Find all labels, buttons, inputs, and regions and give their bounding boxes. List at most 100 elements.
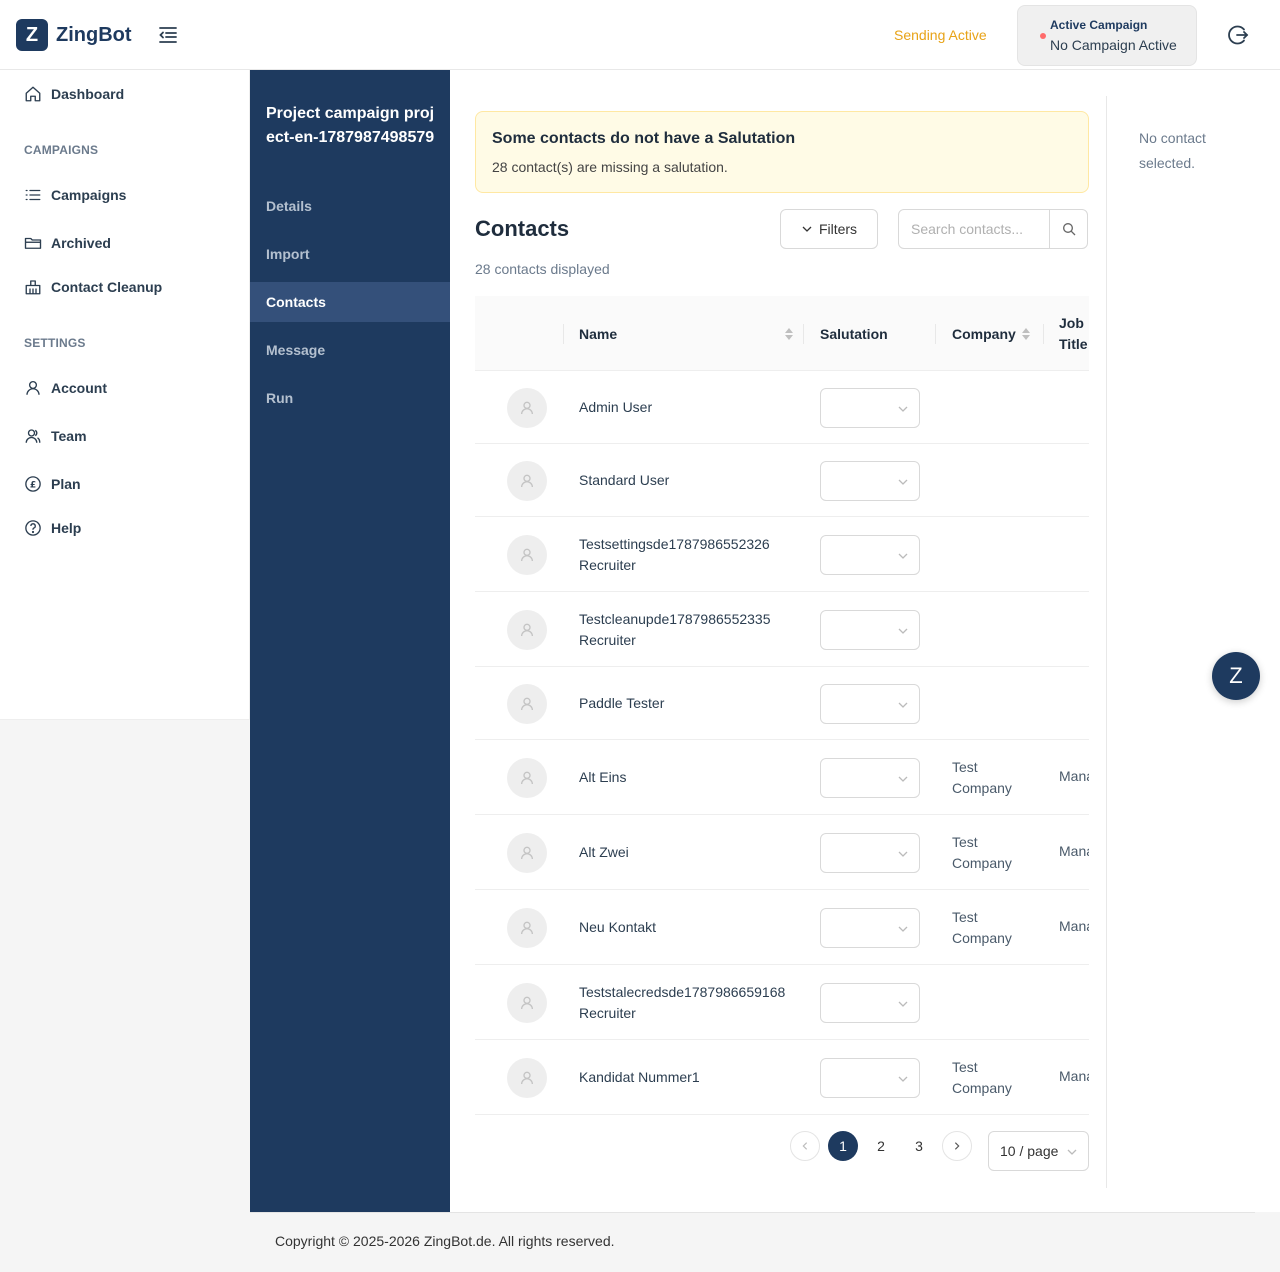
home-icon — [25, 86, 41, 102]
user-icon — [521, 474, 533, 487]
prev-page-button[interactable] — [790, 1131, 820, 1161]
chevron-right-icon — [954, 1142, 960, 1150]
table-header: Name Salutation Company Job Title — [475, 296, 1089, 371]
salutation-select[interactable] — [820, 832, 920, 873]
chevron-down-icon — [898, 479, 908, 485]
column-job-title: Job Title — [1059, 314, 1088, 352]
salutation-select[interactable] — [820, 460, 920, 501]
user-icon — [521, 771, 533, 784]
project-tab-import[interactable]: Import — [250, 234, 450, 274]
status-dot — [1040, 33, 1046, 39]
sidebar-item-label: Campaigns — [51, 187, 127, 203]
project-tab-run[interactable]: Run — [250, 378, 450, 418]
filters-button[interactable]: Filters — [780, 209, 878, 249]
salutation-select[interactable] — [820, 757, 920, 798]
no-contact-text: No contact selected. — [1139, 130, 1206, 171]
salutation-select[interactable] — [820, 907, 920, 948]
contact-name: Admin User — [579, 399, 653, 415]
salutation-select[interactable] — [820, 387, 920, 428]
contact-name: Paddle Tester — [579, 695, 665, 711]
alert-description: 28 contact(s) are missing a salutation. — [492, 159, 728, 175]
sidebar-item-label: Contact Cleanup — [51, 279, 163, 295]
table-row[interactable]: Admin User — [475, 371, 1089, 444]
salutation-select[interactable] — [820, 683, 920, 724]
page-button-1[interactable]: 1 — [828, 1131, 858, 1161]
chevron-left-icon — [802, 1142, 808, 1150]
sidebar-item-label: Plan — [51, 476, 81, 492]
project-tab-contacts[interactable]: Contacts — [250, 282, 450, 322]
section-campaigns: CAMPAIGNS — [24, 143, 99, 157]
top-header: Z ZingBot Sending Active Active Campaign… — [0, 0, 1280, 70]
table-row[interactable]: Neu Kontakt Test Company Manager — [475, 890, 1089, 965]
main-sidebar: Dashboard CAMPAIGNS Campaigns Archived C… — [0, 70, 250, 720]
sidebar-item-campaigns[interactable]: Campaigns — [24, 184, 126, 206]
contact-job-title: Manager — [1059, 767, 1089, 784]
table-row[interactable]: Kandidat Nummer1 Test Company Manager — [475, 1040, 1089, 1115]
sending-status: Sending Active — [894, 27, 987, 43]
section-settings: SETTINGS — [24, 336, 86, 350]
sort-icon[interactable] — [1021, 327, 1030, 341]
sidebar-collapse-icon[interactable] — [156, 23, 180, 47]
missing-salutation-alert: Some contacts do not have a Salutation 2… — [475, 111, 1089, 193]
sort-icon[interactable] — [785, 327, 793, 341]
team-icon — [25, 429, 41, 443]
salutation-select[interactable] — [820, 534, 920, 575]
sidebar-item-plan[interactable]: £ Plan — [24, 473, 81, 495]
chevron-down-icon — [898, 702, 908, 708]
user-icon — [521, 921, 533, 934]
contact-company: Test Company — [952, 833, 1012, 871]
next-page-button[interactable] — [942, 1131, 972, 1161]
table-row[interactable]: Testcleanupde1787986552335 Recruiter — [475, 592, 1089, 667]
avatar — [507, 907, 547, 948]
chat-fab-button[interactable]: Z — [1212, 652, 1260, 700]
detail-panel-divider — [1106, 96, 1107, 1188]
table-row[interactable]: Teststalecredsde1787986659168 Recruiter — [475, 965, 1089, 1040]
table-row[interactable]: Alt Eins Test Company Manager — [475, 740, 1089, 815]
avatar — [507, 460, 547, 501]
avatar — [507, 832, 547, 873]
sidebar-item-account[interactable]: Account — [24, 377, 107, 399]
page-size-select[interactable]: 10 / page — [988, 1131, 1089, 1171]
footer-divider — [250, 1212, 1255, 1213]
contacts-count: 28 contacts displayed — [475, 261, 610, 277]
search-input[interactable] — [899, 210, 1049, 248]
list-icon — [25, 189, 41, 201]
logout-icon[interactable] — [1226, 23, 1250, 47]
salutation-select[interactable] — [820, 1057, 920, 1098]
sidebar-item-label: Account — [51, 380, 107, 396]
sidebar-item-team[interactable]: Team — [24, 425, 87, 447]
brand-name: ZingBot — [56, 23, 132, 46]
active-campaign-box[interactable]: Active Campaign No Campaign Active — [1017, 5, 1197, 66]
sidebar-item-help[interactable]: Help — [24, 517, 81, 539]
user-icon — [521, 623, 533, 636]
search-icon — [1062, 223, 1075, 236]
column-name[interactable]: Name — [579, 296, 793, 371]
search-button[interactable] — [1049, 210, 1087, 248]
sidebar-item-archived[interactable]: Archived — [24, 232, 111, 254]
table-row[interactable]: Testsettingsde1787986552326 Recruiter — [475, 517, 1089, 592]
contact-name: Alt Eins — [579, 769, 627, 785]
contacts-table: Name Salutation Company Job Title Admin … — [475, 296, 1089, 1115]
table-row[interactable]: Paddle Tester — [475, 667, 1089, 740]
salutation-select[interactable] — [820, 609, 920, 650]
project-tab-details[interactable]: Details — [250, 186, 450, 226]
logo[interactable]: Z ZingBot — [16, 19, 132, 51]
contact-name: Testcleanupde1787986552335 Recruiter — [579, 610, 771, 648]
contact-name: Alt Zwei — [579, 844, 629, 860]
salutation-select[interactable] — [820, 982, 920, 1023]
avatar — [507, 609, 547, 650]
project-tab-message[interactable]: Message — [250, 330, 450, 370]
chevron-down-icon — [802, 226, 812, 232]
user-icon — [521, 1071, 533, 1084]
sidebar-item-dashboard[interactable]: Dashboard — [24, 83, 124, 105]
column-company[interactable]: Company — [952, 296, 1030, 371]
avatar — [507, 1057, 547, 1098]
sidebar-item-label: Team — [51, 428, 87, 444]
table-row[interactable]: Alt Zwei Test Company Manager — [475, 815, 1089, 890]
page-button-2[interactable]: 2 — [866, 1131, 896, 1161]
table-row[interactable]: Standard User — [475, 444, 1089, 517]
contact-job-title: Manager — [1059, 917, 1089, 934]
sidebar-item-contact-cleanup[interactable]: Contact Cleanup — [24, 276, 162, 298]
page-button-3[interactable]: 3 — [904, 1131, 934, 1161]
contact-name: Teststalecredsde1787986659168 Recruiter — [579, 983, 786, 1021]
